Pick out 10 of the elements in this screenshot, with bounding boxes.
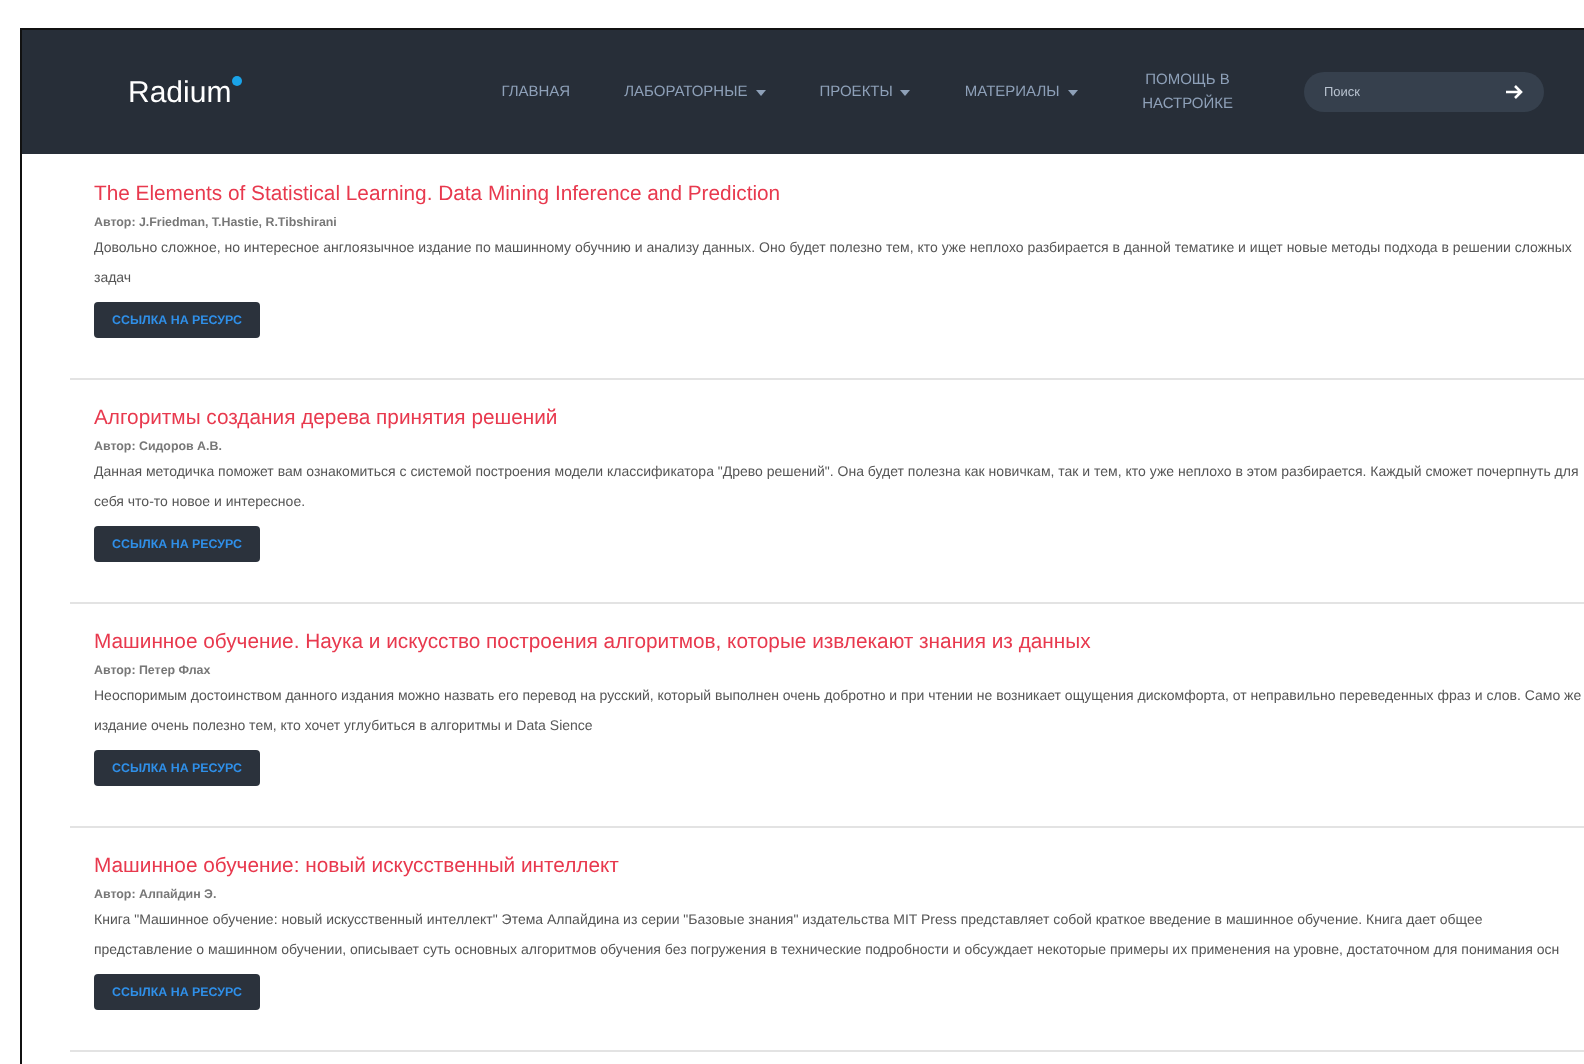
entry-title[interactable]: The Elements of Statistical Learning. Data Mining Inference and Prediction	[94, 178, 1584, 212]
arrow-right-icon[interactable]	[1506, 84, 1524, 100]
caret-icon	[1067, 89, 1078, 95]
entry-title[interactable]: Машинное обучение. Наука и искусство построения алгоритмов, которые извлекают знания из данных	[94, 626, 1584, 660]
logo-dot-icon	[231, 75, 242, 85]
entry-title[interactable]: Машинное обучение: новый искусственный интеллект	[94, 850, 1584, 884]
caret-icon	[755, 89, 766, 95]
caret-icon	[900, 89, 911, 95]
entry-title[interactable]: Алгоритмы создания дерева принятия решений	[94, 402, 1584, 436]
logo[interactable]: Radium	[128, 75, 232, 109]
